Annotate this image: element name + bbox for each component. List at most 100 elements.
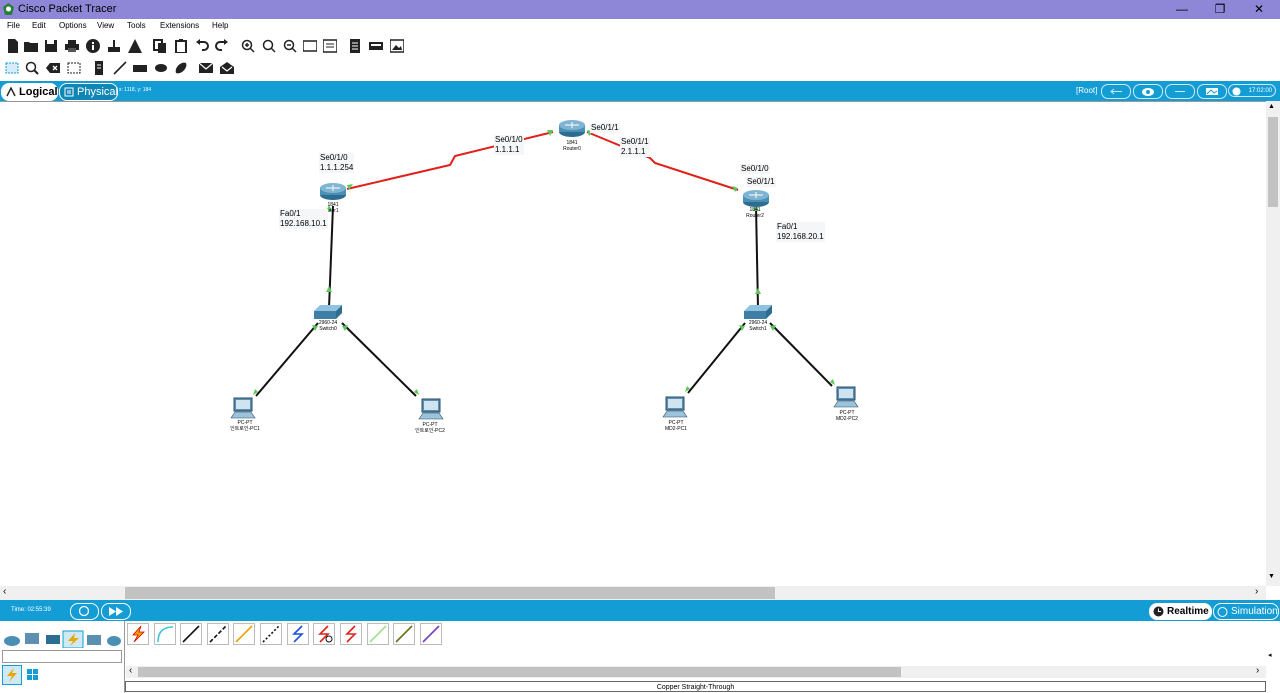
- menu-edit[interactable]: Edit: [32, 21, 46, 30]
- image-icon[interactable]: [390, 39, 404, 53]
- close-button[interactable]: ✕: [1239, 0, 1279, 19]
- list-scroll-left-icon[interactable]: ‹: [129, 665, 132, 676]
- minimize-button[interactable]: —: [1162, 0, 1202, 19]
- r0-se010-label[interactable]: Se0/1/0 1.1.1.1: [494, 135, 524, 155]
- copy-icon[interactable]: [153, 39, 167, 53]
- list-scroll-right-icon[interactable]: ›: [1256, 665, 1259, 676]
- place-note-icon[interactable]: [92, 61, 106, 75]
- menu-view[interactable]: View: [97, 21, 114, 30]
- r2-fa-label[interactable]: Fa0/1 192.168.20.1: [776, 222, 825, 242]
- add-complex-pdu-icon[interactable]: [220, 61, 234, 75]
- activity-wizard-icon[interactable]: [128, 39, 142, 53]
- resize-shape-icon[interactable]: [67, 61, 81, 75]
- save-icon[interactable]: [44, 39, 58, 53]
- cable-automatic-button[interactable]: [127, 623, 149, 645]
- r1-fa-label[interactable]: Fa0/1 192.168.10.1: [279, 209, 328, 229]
- serial-link-r0-r2[interactable]: [586, 131, 739, 191]
- logical-tab[interactable]: Logical: [1, 83, 58, 101]
- open-folder-icon[interactable]: [24, 39, 38, 53]
- r2-se011-label[interactable]: Se0/1/1: [746, 177, 776, 187]
- paste-icon[interactable]: [174, 39, 188, 53]
- device-template-icon[interactable]: [369, 39, 383, 53]
- copper-link-r1-sw0[interactable]: [328, 205, 334, 309]
- zoom-reset-icon[interactable]: [262, 39, 276, 53]
- list-scroll-thumb[interactable]: [138, 667, 901, 677]
- power-cycle-button[interactable]: [70, 603, 99, 620]
- vertical-scroll-thumb[interactable]: [1268, 117, 1278, 207]
- r2-se010-label[interactable]: Se0/1/0: [740, 164, 770, 174]
- set-tiled-background-button[interactable]: [1197, 84, 1227, 99]
- cable-serial-dce-button[interactable]: [313, 623, 335, 645]
- realtime-mode-button[interactable]: Realtime: [1149, 603, 1212, 620]
- r1-serial-label[interactable]: Se0/1/0 1.1.1.254: [319, 153, 355, 173]
- draw-rectangle-icon[interactable]: [133, 61, 147, 75]
- cable-phone-button[interactable]: [260, 623, 282, 645]
- cable-iot-button[interactable]: [393, 623, 415, 645]
- router-icon[interactable]: [741, 188, 771, 208]
- pc-icon[interactable]: [418, 398, 444, 420]
- select-icon[interactable]: [5, 61, 19, 75]
- pc-icon[interactable]: [662, 396, 688, 418]
- copper-link-sw1-pc3[interactable]: [687, 322, 746, 394]
- scroll-down-icon[interactable]: ▼: [1268, 573, 1275, 580]
- undo-icon[interactable]: [195, 39, 209, 53]
- inspect-icon[interactable]: [25, 61, 39, 75]
- horizontal-scroll-thumb[interactable]: [125, 587, 775, 599]
- r0-se011-label[interactable]: Se0/1/1: [590, 123, 620, 133]
- panel-scroll-left-icon[interactable]: ◂: [1268, 651, 1272, 659]
- menu-tools[interactable]: Tools: [127, 21, 146, 30]
- router-icon[interactable]: [557, 118, 587, 138]
- restore-button[interactable]: ❐: [1200, 0, 1240, 19]
- menu-help[interactable]: Help: [212, 21, 228, 30]
- draw-line-icon[interactable]: [113, 61, 127, 75]
- info-icon[interactable]: [86, 39, 100, 53]
- zoom-in-icon[interactable]: [241, 39, 255, 53]
- grid-icon[interactable]: [27, 669, 38, 680]
- delete-icon[interactable]: [46, 61, 60, 75]
- new-cluster-button[interactable]: [1133, 84, 1163, 99]
- scroll-right-icon[interactable]: ›: [1255, 586, 1258, 597]
- simulation-mode-button[interactable]: Simulation: [1213, 603, 1279, 620]
- menu-file[interactable]: File: [7, 21, 20, 30]
- physical-tab[interactable]: Physical: [59, 83, 118, 101]
- print-icon[interactable]: [65, 39, 79, 53]
- scroll-left-icon[interactable]: ‹: [3, 586, 6, 597]
- router-icon[interactable]: [318, 181, 348, 201]
- fast-forward-button[interactable]: [101, 603, 131, 620]
- cable-usb-button[interactable]: [420, 623, 442, 645]
- cable-console-button[interactable]: [154, 623, 176, 645]
- cable-coaxial-button[interactable]: [287, 623, 309, 645]
- new-file-icon[interactable]: [6, 39, 20, 53]
- move-object-button[interactable]: [1165, 84, 1195, 99]
- zoom-out-icon[interactable]: [283, 39, 297, 53]
- cable-fiber-button[interactable]: [233, 623, 255, 645]
- freeform-icon[interactable]: [174, 61, 188, 75]
- scroll-up-icon[interactable]: ▲: [1268, 103, 1275, 110]
- custom-device-dialog-icon[interactable]: [323, 39, 337, 53]
- pc-icon[interactable]: [230, 397, 256, 419]
- connections-subtype-button[interactable]: [2, 665, 22, 685]
- cable-straight-through-button[interactable]: [180, 623, 202, 645]
- cable-octal-button[interactable]: [367, 623, 389, 645]
- copper-link-sw0-pc1[interactable]: [255, 322, 319, 397]
- horizontal-scrollbar[interactable]: ‹ ›: [0, 586, 1266, 600]
- drawing-palette-icon[interactable]: [303, 39, 317, 53]
- add-simple-pdu-icon[interactable]: [199, 61, 213, 75]
- cable-crossover-button[interactable]: [207, 623, 229, 645]
- pc-icon[interactable]: [833, 386, 859, 408]
- draw-ellipse-icon[interactable]: [154, 61, 168, 75]
- logical-workspace[interactable]: 1841 Router0 1841 uter1 1841 Router2 2960-2…: [0, 101, 1266, 587]
- pdu-list-icon[interactable]: [348, 39, 362, 53]
- r0-se011-ip-label[interactable]: Se0/1/1 2.1.1.1: [620, 137, 650, 157]
- vertical-scrollbar[interactable]: ▲ ▼: [1266, 101, 1280, 586]
- cable-serial-dte-button[interactable]: [340, 623, 362, 645]
- device-search-field[interactable]: [2, 650, 122, 663]
- menu-extensions[interactable]: Extensions: [160, 21, 199, 30]
- device-list-scrollbar[interactable]: ‹ ›: [126, 665, 1266, 678]
- network-info-icon[interactable]: [107, 39, 121, 53]
- copper-link-sw0-pc2[interactable]: [341, 322, 417, 397]
- back-button[interactable]: [1101, 84, 1131, 99]
- menu-options[interactable]: Options: [59, 21, 87, 30]
- redo-icon[interactable]: [215, 39, 229, 53]
- copper-link-sw1-pc4[interactable]: [769, 322, 833, 387]
